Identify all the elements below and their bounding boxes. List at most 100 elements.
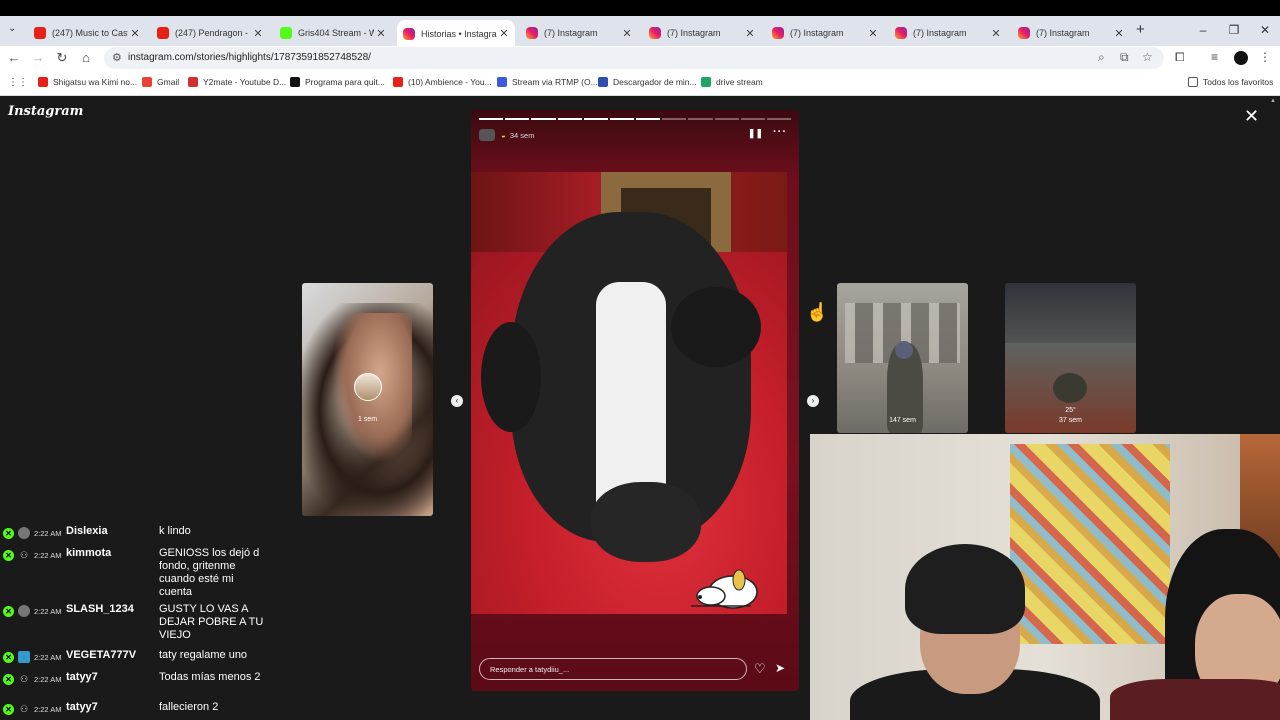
moderator-badge-icon: ✕ — [3, 528, 14, 539]
tab-close-icon[interactable]: ✕ — [374, 27, 388, 40]
chat-avatar-icon: ⚇ — [19, 704, 29, 714]
close-icon[interactable]: ✕ — [1244, 106, 1259, 127]
zoom-icon[interactable]: ⌕ — [1098, 50, 1105, 65]
browser-tab[interactable]: (247) Music to Cast S✕ — [28, 20, 146, 46]
reload-icon[interactable]: ↻ — [54, 50, 70, 66]
browser-tab[interactable]: (7) Instagram ✕ — [1012, 20, 1130, 46]
browser-tab[interactable]: (247) Pendragon - Ul ✕ — [151, 20, 269, 46]
tab-close-icon[interactable]: ✕ — [497, 27, 511, 40]
tab-title: (247) Music to Cast S — [52, 28, 128, 38]
profile-avatar[interactable] — [1234, 51, 1248, 65]
moderator-badge-icon: ✕ — [3, 606, 14, 617]
bookmark-label: Programa para quit... — [305, 77, 385, 87]
browser-tab[interactable]: (7) Instagram ✕ — [520, 20, 638, 46]
instagram-icon — [1018, 27, 1030, 39]
site-info-icon[interactable]: ⚙ — [112, 51, 122, 64]
chat-username[interactable]: kimmota — [66, 547, 159, 559]
tab-close-icon[interactable]: ✕ — [620, 27, 634, 40]
bookmark-item[interactable]: Descargador de min... — [598, 77, 697, 87]
previous-story-icon[interactable]: ‹ — [451, 395, 463, 407]
more-options-icon[interactable]: ··· — [773, 126, 787, 138]
all-bookmarks-folder[interactable]: Todos los favoritos — [1188, 77, 1273, 87]
like-heart-icon[interactable]: ♡ — [754, 661, 766, 677]
bookmark-item[interactable]: (10) Ambience - You... — [393, 77, 492, 87]
bookmark-favicon-icon — [497, 77, 507, 87]
chat-text: GUSTY LO VAS A DEJAR POBRE A TU VIEJO — [159, 603, 264, 641]
preview-time: 1 sem — [357, 416, 378, 423]
story-card[interactable]: ◒ 34 sem ❚❚ ··· Responder a tatydiiu_... — [471, 110, 799, 691]
tab-close-icon[interactable]: ✕ — [251, 27, 265, 40]
browser-tab[interactable]: (7) Instagram ✕ — [643, 20, 761, 46]
tab-close-icon[interactable]: ✕ — [743, 27, 757, 40]
address-toolbar: ← → ↻ ⌂ ⚙ instagram.com/stories/highligh… — [0, 46, 1280, 70]
reply-input[interactable]: Responder a tatydiiu_... — [479, 658, 747, 680]
bookmark-label: Y2mate - Youtube D... — [203, 77, 287, 87]
chat-username[interactable]: tatyy7 — [66, 701, 159, 713]
bookmark-item[interactable]: Shigatsu wa Kimi no... — [38, 77, 137, 87]
bookmark-label: drive stream — [716, 77, 763, 87]
bookmark-item[interactable]: drive stream — [701, 77, 763, 87]
instagram-logo[interactable]: Instagram — [8, 104, 83, 119]
chat-message: ✕ 2:22 AM VEGETA777V taty regalame uno — [3, 649, 265, 663]
story-preview-left[interactable]: 1 sem — [302, 283, 433, 516]
hand-cursor-icon: ☝ — [806, 302, 829, 322]
tab-close-icon[interactable]: ✕ — [866, 27, 880, 40]
scroll-up-icon[interactable]: ▲ — [1270, 98, 1276, 104]
tab-title: (7) Instagram — [790, 28, 844, 38]
extensions-icon[interactable]: ⧠ — [1175, 50, 1185, 65]
url-text[interactable]: instagram.com/stories/highlights/1787359… — [128, 52, 371, 63]
youtube-icon — [34, 27, 46, 39]
tab-close-icon[interactable]: ✕ — [128, 27, 142, 40]
menu-dots-icon[interactable]: ⋮ — [1259, 50, 1271, 64]
tab-close-icon[interactable]: ✕ — [1112, 27, 1126, 40]
progress-segment — [636, 118, 661, 120]
install-app-icon[interactable]: ⧉ — [1120, 50, 1129, 65]
story-time: 34 sem — [509, 130, 535, 140]
story-preview-right-2[interactable]: 25° 37 sem — [1005, 283, 1136, 433]
preview-avatar — [354, 373, 382, 401]
browser-tab[interactable]: (7) Instagram ✕ — [766, 20, 884, 46]
chat-username[interactable]: SLASH_1234 — [66, 603, 159, 615]
story-header: ◒ 34 sem ❚❚ ··· — [479, 126, 791, 142]
media-control-icon[interactable]: ≡ — [1211, 50, 1218, 64]
maximize-icon[interactable]: ❐ — [1224, 23, 1244, 37]
browser-tab[interactable]: (7) Instagram ✕ — [889, 20, 1007, 46]
tab-title: Gris404 Stream - Wa — [298, 28, 374, 38]
chat-message: ✕ ⚇ 2:22 AM tatyy7 Todas mías menos 2 — [3, 671, 265, 685]
tab-title: (7) Instagram — [1036, 28, 1090, 38]
kick-icon — [280, 27, 292, 39]
chat-username[interactable]: VEGETA777V — [66, 649, 159, 661]
next-story-icon[interactable]: › — [807, 395, 819, 407]
chat-avatar-icon — [18, 605, 30, 617]
forward-icon[interactable]: → — [30, 50, 46, 65]
chat-username[interactable]: tatyy7 — [66, 671, 159, 683]
chat-username[interactable]: Dislexia — [66, 525, 159, 537]
bookmark-item[interactable]: Programa para quit... — [290, 77, 385, 87]
window-close-icon[interactable]: ✕ — [1255, 23, 1275, 37]
apps-grid-icon[interactable]: ⋮⋮ — [8, 77, 28, 88]
minimize-icon[interactable]: – — [1193, 23, 1213, 37]
browser-tab[interactable]: Gris404 Stream - Wa ✕ — [274, 20, 392, 46]
bookmark-star-icon[interactable]: ☆ — [1142, 50, 1153, 64]
send-icon[interactable]: ➤ — [775, 661, 785, 675]
tab-search-icon[interactable]: ⌄ — [8, 23, 16, 34]
bookmark-favicon-icon — [142, 77, 152, 87]
browser-tab[interactable]: Historias • Instagram ✕ — [397, 20, 515, 47]
bookmark-item[interactable]: Stream via RTMP (O... — [497, 77, 598, 87]
webcam-overlay — [810, 434, 1280, 720]
moderator-badge-icon: ✕ — [3, 652, 14, 663]
omnibox[interactable]: ⚙ instagram.com/stories/highlights/17873… — [104, 47, 1164, 69]
new-tab-icon[interactable]: + — [1136, 21, 1145, 38]
chat-message: ✕ ⚇ 2:22 AM tatyy7 fallecieron 2 — [3, 701, 265, 715]
story-preview-right-1[interactable]: 147 sem — [837, 283, 968, 433]
back-icon[interactable]: ← — [6, 50, 22, 65]
story-avatar[interactable] — [479, 129, 495, 141]
tab-title: (7) Instagram — [544, 28, 598, 38]
pause-icon[interactable]: ❚❚ — [748, 128, 763, 139]
bookmark-favicon-icon — [701, 77, 711, 87]
chat-text: fallecieron 2 — [159, 701, 219, 713]
bookmark-item[interactable]: Y2mate - Youtube D... — [188, 77, 286, 87]
home-icon[interactable]: ⌂ — [78, 50, 94, 65]
tab-close-icon[interactable]: ✕ — [989, 27, 1003, 40]
bookmark-item[interactable]: Gmail — [142, 77, 179, 87]
